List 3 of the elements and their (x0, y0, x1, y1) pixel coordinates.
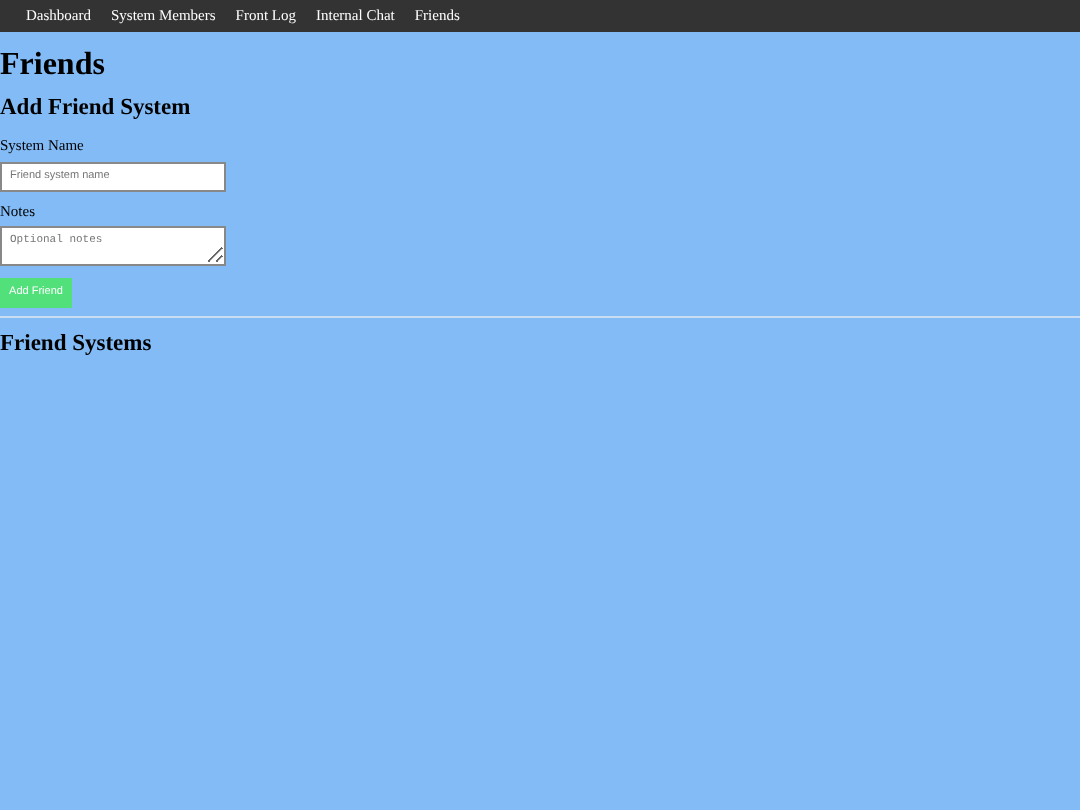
section-heading: Add Friend System (0, 95, 193, 123)
section-heading: Friend Systems (0, 331, 154, 360)
page-title: Friends (0, 48, 107, 84)
